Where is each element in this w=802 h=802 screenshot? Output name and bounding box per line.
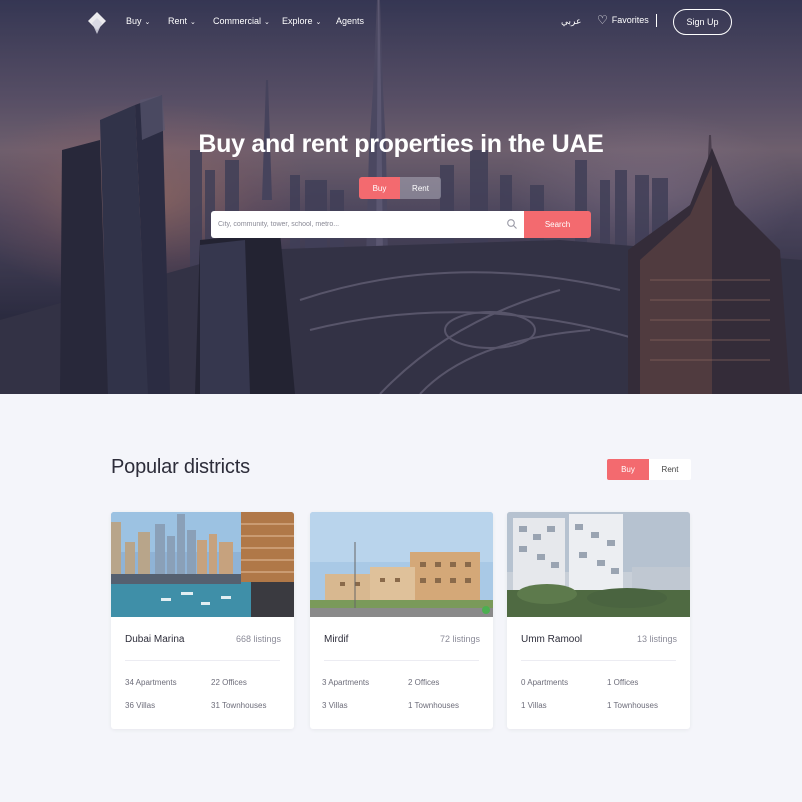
district-listings-count: 668 listings <box>235 634 281 644</box>
nav-buy[interactable]: Buy ⌄ <box>126 16 150 26</box>
nav-rent[interactable]: Rent ⌄ <box>168 16 196 26</box>
districts-rent-tab[interactable]: Rent <box>649 459 691 480</box>
hero-buy-rent-toggle: Buy Rent <box>359 177 441 199</box>
district-photo <box>310 512 493 617</box>
nav-explore[interactable]: Explore ⌄ <box>282 16 321 26</box>
stat-apartments: 34 Apartments <box>125 678 177 687</box>
district-card-dubai-marina[interactable]: Dubai Marina 668 listings 34 Apartments … <box>111 512 294 729</box>
district-name: Umm Ramool <box>521 634 583 645</box>
search-button[interactable]: Search <box>524 211 591 238</box>
chevron-down-icon: ⌄ <box>190 19 196 26</box>
stat-apartments: 0 Apartments <box>521 678 569 687</box>
chevron-down-icon: ⌄ <box>315 19 322 26</box>
district-photo <box>111 512 294 617</box>
nav-rent-label: Rent <box>168 16 188 26</box>
nav-commercial-label: Commercial <box>213 16 262 26</box>
search-input[interactable] <box>218 211 498 238</box>
chevron-down-icon: ⌄ <box>264 19 270 26</box>
stat-offices: 2 Offices <box>408 678 440 687</box>
stat-townhouses: 1 Townhouses <box>408 701 459 710</box>
districts-buy-rent-toggle: Buy Rent <box>607 459 691 480</box>
district-photo <box>507 512 690 617</box>
heart-icon: ♡ <box>597 13 608 27</box>
stat-villas: 1 Villas <box>521 701 547 710</box>
chevron-down-icon: ⌄ <box>144 19 151 26</box>
nav-agents[interactable]: Agents <box>336 16 364 26</box>
hero-title: Buy and rent properties in the UAE <box>198 130 604 158</box>
stat-offices: 22 Offices <box>211 678 247 687</box>
nav-buy-label: Buy <box>126 16 142 26</box>
stat-villas: 3 Villas <box>322 701 348 710</box>
hero-buy-tab[interactable]: Buy <box>359 177 400 199</box>
stat-townhouses: 1 Townhouses <box>607 701 658 710</box>
card-divider <box>125 660 280 661</box>
nav-divider <box>656 14 657 27</box>
search-icon[interactable] <box>506 218 518 230</box>
favorites-link[interactable]: ♡ Favorites <box>597 13 649 27</box>
stat-villas: 36 Villas <box>125 701 156 710</box>
signup-button[interactable]: Sign Up <box>673 9 732 35</box>
logo-icon[interactable] <box>88 12 106 34</box>
district-listings-count: 13 listings <box>636 634 677 644</box>
district-name: Mirdif <box>324 634 349 645</box>
district-card-umm-ramool[interactable]: Umm Ramool 13 listings 0 Apartments 1 Of… <box>507 512 690 729</box>
nav-agents-label: Agents <box>336 16 365 26</box>
district-name: Dubai Marina <box>125 634 185 645</box>
districts-buy-tab[interactable]: Buy <box>607 459 649 480</box>
card-divider <box>324 660 479 661</box>
section-title: Popular districts <box>111 456 250 478</box>
language-switch-link[interactable]: عربي <box>561 16 581 27</box>
stat-townhouses: 31 Townhouses <box>211 701 267 710</box>
stat-offices: 1 Offices <box>607 678 639 687</box>
hero-rent-tab[interactable]: Rent <box>400 177 441 199</box>
nav-explore-label: Explore <box>282 16 313 26</box>
nav-commercial[interactable]: Commercial ⌄ <box>213 16 270 26</box>
top-navigation: Buy ⌄ Rent ⌄ Commercial ⌄ Explore ⌄ Agents ع… <box>0 0 802 44</box>
stat-apartments: 3 Apartments <box>322 678 370 687</box>
search-field <box>211 211 524 238</box>
district-card-mirdif[interactable]: Mirdif 72 listings 3 Apartments 2 Office… <box>310 512 493 729</box>
favorites-label: Favorites <box>611 15 649 25</box>
district-listings-count: 72 listings <box>439 634 480 644</box>
card-divider <box>521 660 676 661</box>
